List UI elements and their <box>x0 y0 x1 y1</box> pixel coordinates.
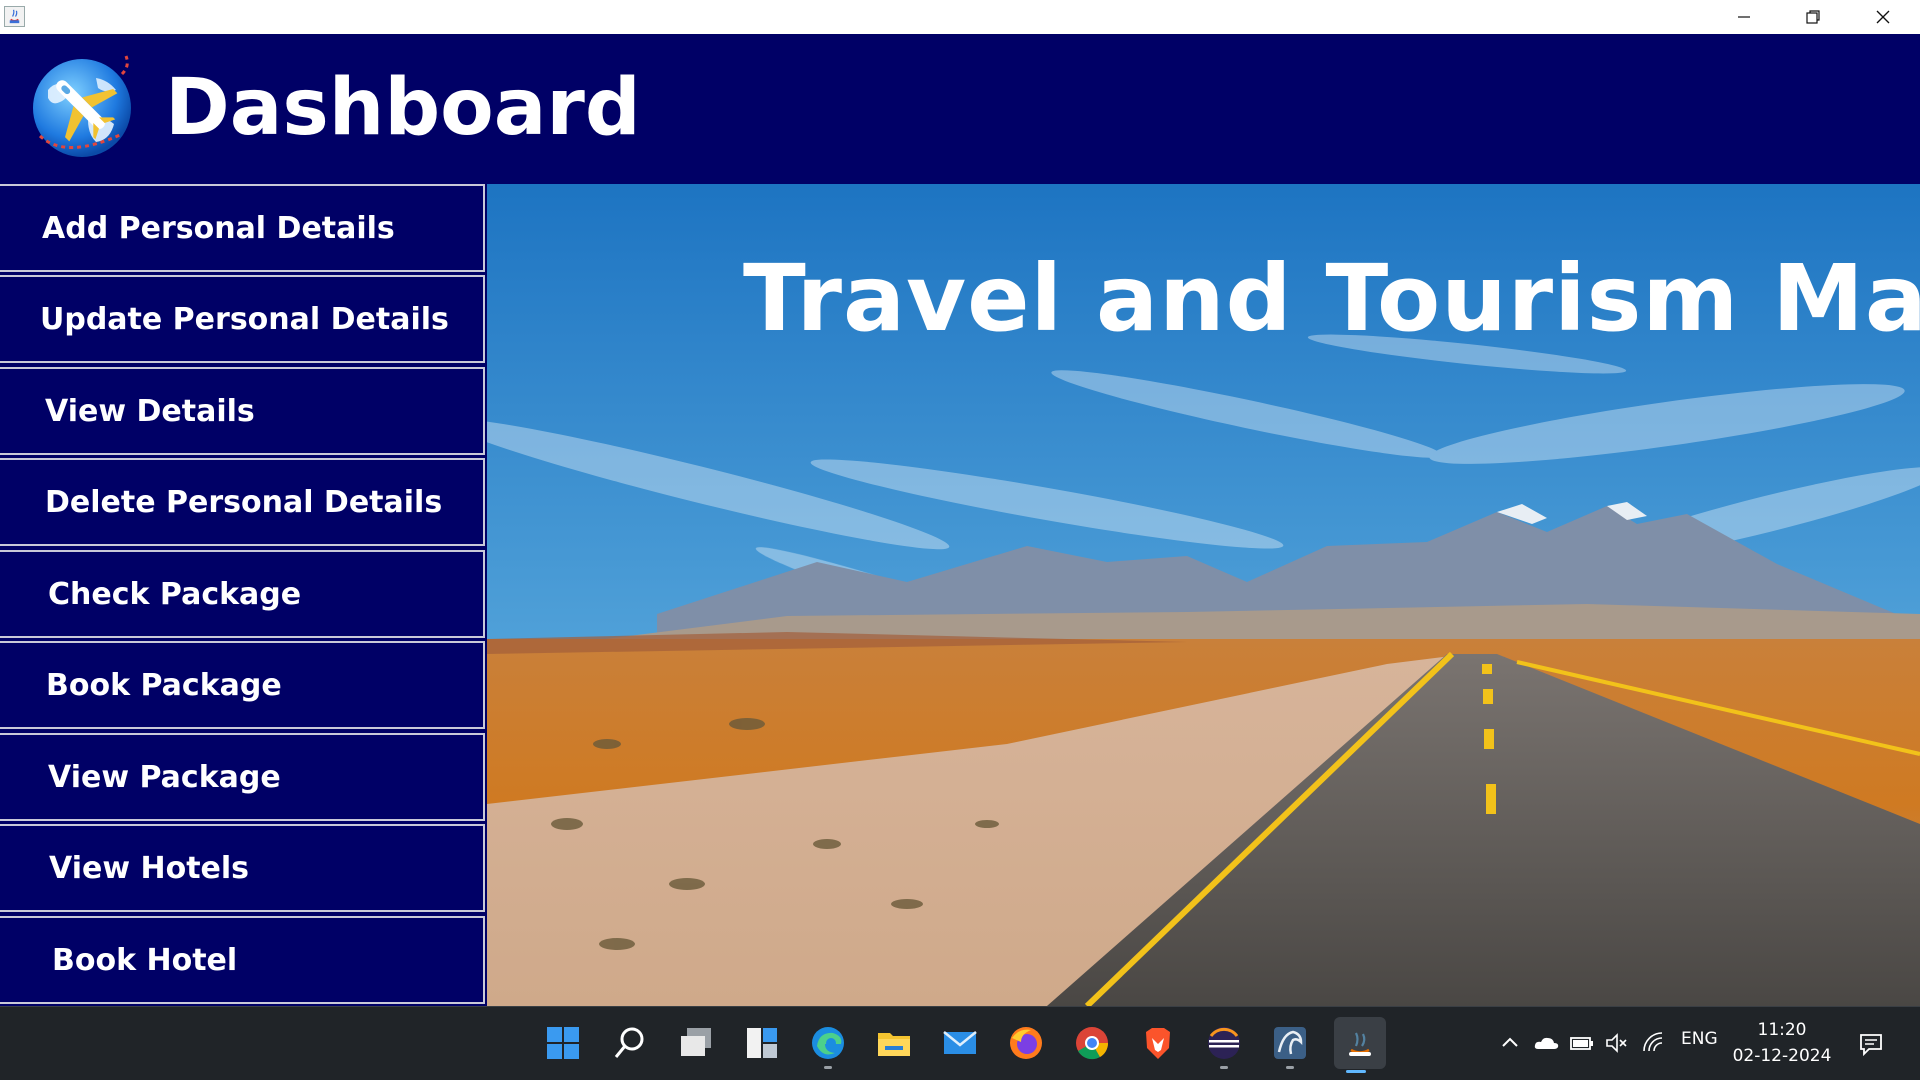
mail-icon[interactable] <box>938 1021 982 1065</box>
language-indicator[interactable]: ENG <box>1681 1029 1718 1049</box>
delete-personal-details-label: Delete Personal Details <box>45 484 443 520</box>
minimize-button[interactable] <box>1709 0 1779 34</box>
search-icon[interactable] <box>608 1021 652 1065</box>
book-package-button[interactable]: Book Package <box>0 641 485 729</box>
chrome-icon[interactable] <box>1070 1021 1114 1065</box>
start-icon[interactable] <box>541 1021 585 1065</box>
headline-text: Travel and Tourism Mana <box>743 245 1920 352</box>
close-icon <box>1876 10 1890 24</box>
main-banner: Travel and Tourism Mana <box>487 184 1920 1006</box>
sidebar: Add Personal Details Update Personal Det… <box>0 184 487 1006</box>
update-personal-details-button[interactable]: Update Personal Details <box>0 275 485 363</box>
clock[interactable]: 11:20 02-12-2024 <box>1722 1017 1842 1069</box>
view-hotels-button[interactable]: View Hotels <box>0 824 485 912</box>
task-view-icon[interactable] <box>674 1021 718 1065</box>
page-title: Dashboard <box>165 63 641 153</box>
notifications-icon[interactable] <box>1857 1030 1885 1058</box>
taskbar: ENG 11:20 02-12-2024 <box>0 1006 1920 1080</box>
wifi-icon[interactable] <box>1640 1029 1668 1057</box>
clock-date: 02-12-2024 <box>1732 1046 1832 1066</box>
add-personal-details-button[interactable]: Add Personal Details <box>0 184 485 272</box>
view-details-label: View Details <box>45 393 255 429</box>
window-title-bar <box>0 0 1920 34</box>
onedrive-icon[interactable] <box>1532 1029 1560 1057</box>
close-button[interactable] <box>1848 0 1918 34</box>
book-hotel-button[interactable]: Book Hotel <box>0 916 485 1004</box>
minimize-icon <box>1738 16 1750 18</box>
restore-icon <box>1806 10 1820 24</box>
firefox-icon[interactable] <box>1004 1021 1048 1065</box>
clock-time: 11:20 <box>1757 1020 1807 1040</box>
mysql-running-indicator <box>1286 1066 1294 1069</box>
brave-icon[interactable] <box>1136 1021 1180 1065</box>
update-personal-details-label: Update Personal Details <box>40 301 449 337</box>
delete-personal-details-button[interactable]: Delete Personal Details <box>0 458 485 546</box>
check-package-label: Check Package <box>48 576 302 612</box>
file-explorer-icon[interactable] <box>872 1021 916 1065</box>
eclipse-icon[interactable] <box>1202 1021 1246 1069</box>
view-details-button[interactable]: View Details <box>0 367 485 455</box>
edge-running-indicator <box>824 1066 832 1069</box>
view-package-button[interactable]: View Package <box>0 733 485 821</box>
java-app-icon <box>4 6 25 27</box>
book-hotel-label: Book Hotel <box>52 942 238 978</box>
chevron-up-icon[interactable] <box>1496 1029 1524 1057</box>
volume-muted-icon[interactable] <box>1603 1029 1631 1057</box>
eclipse-running-indicator <box>1220 1066 1228 1069</box>
edge-icon[interactable] <box>806 1021 850 1069</box>
check-package-button[interactable]: Check Package <box>0 550 485 638</box>
add-personal-details-label: Add Personal Details <box>42 210 395 246</box>
book-package-label: Book Package <box>46 667 282 703</box>
globe-airplane-icon <box>26 50 138 162</box>
widgets-icon[interactable] <box>740 1021 784 1065</box>
java-icon[interactable] <box>1334 1017 1386 1073</box>
header-bar: Dashboard <box>0 34 1920 184</box>
view-package-label: View Package <box>48 759 281 795</box>
java-running-indicator <box>1346 1070 1366 1073</box>
mysql-workbench-icon[interactable] <box>1268 1021 1312 1069</box>
restore-button[interactable] <box>1778 0 1848 34</box>
battery-icon[interactable] <box>1568 1029 1596 1057</box>
view-hotels-label: View Hotels <box>49 850 250 886</box>
